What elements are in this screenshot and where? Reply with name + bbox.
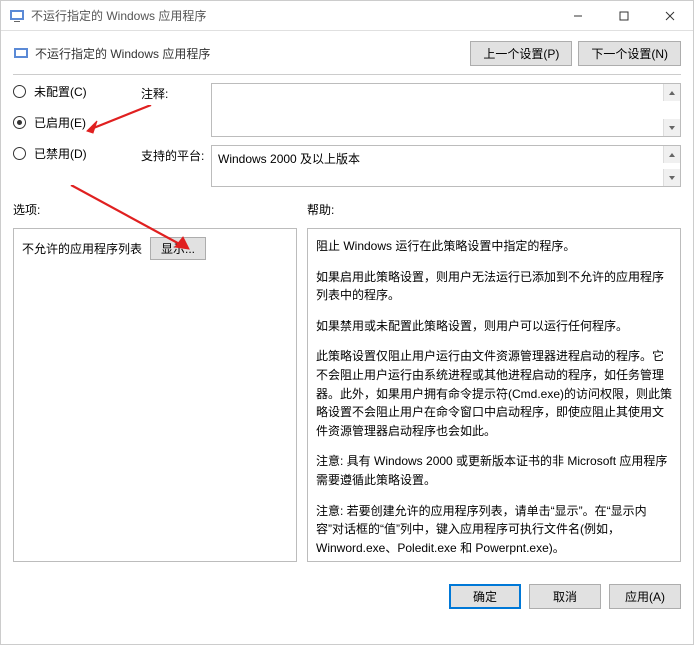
help-paragraph: 注意: 若要创建允许的应用程序列表，请单击“显示”。在“显示内容”对话框的“值”… (316, 502, 672, 558)
scroll-up-icon[interactable] (663, 146, 680, 163)
help-paragraph: 阻止 Windows 运行在此策略设置中指定的程序。 (316, 237, 672, 256)
supported-field: Windows 2000 及以上版本 (211, 145, 681, 187)
radio-label: 已启用(E) (34, 114, 86, 131)
maximize-button[interactable] (601, 1, 647, 31)
help-paragraph: 注意: 具有 Windows 2000 或更新版本证书的非 Microsoft … (316, 452, 672, 489)
supported-label: 支持的平台: (141, 145, 211, 187)
scroll-down-icon[interactable] (663, 119, 680, 136)
annotation-arrow-icon (81, 105, 161, 138)
radio-icon (13, 147, 26, 160)
radio-not-configured[interactable]: 未配置(C) (13, 83, 113, 100)
radio-disabled[interactable]: 已禁用(D) (13, 145, 113, 162)
next-setting-button[interactable]: 下一个设置(N) (578, 41, 681, 66)
help-paragraph: 如果禁用或未配置此策略设置，则用户可以运行任何程序。 (316, 317, 672, 336)
apply-button[interactable]: 应用(A) (609, 584, 681, 609)
help-text: 阻止 Windows 运行在此策略设置中指定的程序。如果启用此策略设置，则用户无… (316, 237, 672, 557)
title-bar: 不运行指定的 Windows 应用程序 (1, 1, 693, 31)
help-paragraph: 此策略设置仅阻止用户运行由文件资源管理器进程启动的程序。它不会阻止用户运行由系统… (316, 347, 672, 440)
meta-fields: 注释: 支持的平台: Windows 2000 及以上版本 (141, 83, 681, 195)
policy-icon (13, 46, 29, 62)
policy-title: 不运行指定的 Windows 应用程序 (35, 45, 470, 62)
previous-setting-button[interactable]: 上一个设置(P) (470, 41, 572, 66)
radio-label: 已禁用(D) (34, 145, 87, 162)
comment-field[interactable] (211, 83, 681, 137)
state-radio-group: 未配置(C) 已启用(E) 已禁用(D) (13, 83, 113, 195)
help-pane: 阻止 Windows 运行在此策略设置中指定的程序。如果启用此策略设置，则用户无… (307, 228, 681, 562)
nav-buttons: 上一个设置(P) 下一个设置(N) (470, 41, 681, 66)
scroll-down-icon[interactable] (663, 169, 680, 186)
ok-button[interactable]: 确定 (449, 584, 521, 609)
main-content: 不允许的应用程序列表 显示... 阻止 Windows 运行在此策略设置中指定的… (1, 222, 693, 574)
options-pane: 不允许的应用程序列表 显示... (13, 228, 297, 562)
cancel-button[interactable]: 取消 (529, 584, 601, 609)
radio-icon (13, 116, 26, 129)
close-button[interactable] (647, 1, 693, 31)
header: 不运行指定的 Windows 应用程序 上一个设置(P) 下一个设置(N) (1, 31, 693, 74)
minimize-button[interactable] (555, 1, 601, 31)
annotation-arrow-icon (61, 185, 201, 258)
radio-label: 未配置(C) (34, 83, 87, 100)
dialog-footer: 确定 取消 应用(A) (1, 574, 693, 619)
scroll-up-icon[interactable] (663, 84, 680, 101)
help-paragraph: 如果启用此策略设置，则用户无法运行已添加到不允许的应用程序列表中的程序。 (316, 268, 672, 305)
help-heading: 帮助: (307, 201, 334, 218)
radio-icon (13, 85, 26, 98)
app-icon (9, 8, 25, 24)
config-body: 未配置(C) 已启用(E) 已禁用(D) 注释: 支持的平台: Windows … (1, 75, 693, 195)
window-title: 不运行指定的 Windows 应用程序 (31, 7, 555, 24)
